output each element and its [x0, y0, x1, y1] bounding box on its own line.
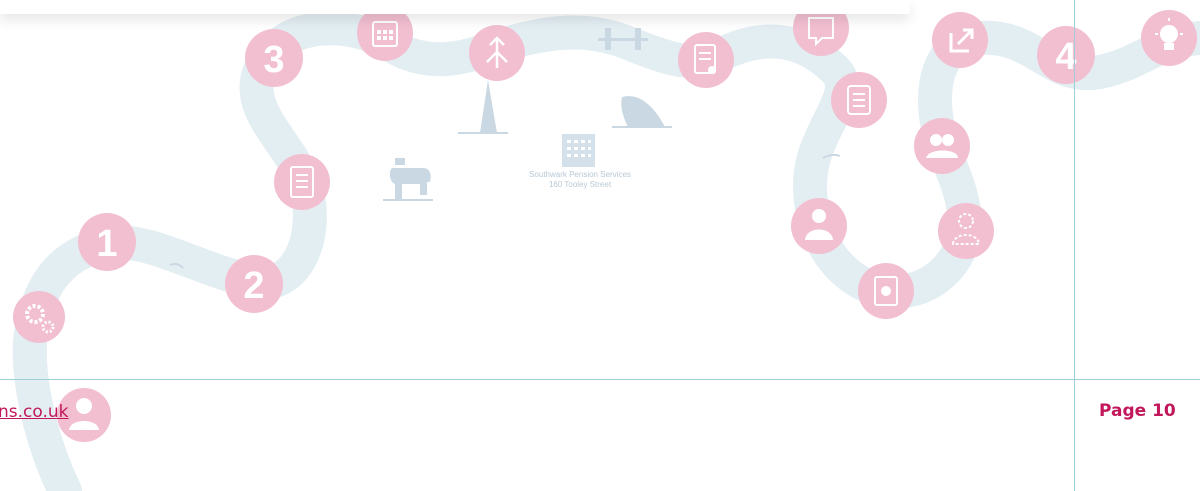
gherkin-landmark — [612, 96, 672, 128]
dashed-person-icon — [938, 203, 994, 259]
right-margin-line — [1074, 0, 1075, 491]
scroll-checklist-icon — [831, 72, 887, 128]
page-number: Page 10 — [1099, 401, 1176, 421]
lightbulb-icon — [1141, 10, 1197, 66]
shard-landmark — [458, 80, 508, 134]
journey-map: 1 2 3 4 — [12, 0, 1200, 491]
business-person-icon — [791, 198, 847, 254]
checklist-document-icon — [274, 154, 330, 210]
milestone-1-number: 1 — [96, 223, 117, 265]
footer-divider — [0, 379, 1200, 380]
milestone-1: 1 — [78, 213, 136, 271]
direction-arrows-icon — [469, 25, 525, 81]
milestone-3-number: 3 — [263, 39, 284, 81]
milestone-2: 2 — [225, 255, 283, 313]
footer-website-link[interactable]: ns.co.uk — [0, 402, 69, 422]
building-label-line-1: Southwark Pension Services — [529, 170, 631, 179]
milestone-3: 3 — [245, 29, 303, 87]
group-people-icon — [914, 118, 970, 174]
content-panel-bottom-edge — [0, 0, 910, 14]
building-label: Southwark Pension Services 160 Tooley St… — [498, 170, 662, 190]
journey-path — [12, 11, 1200, 491]
external-link-icon — [932, 12, 988, 68]
settings-gears-icon — [13, 291, 65, 343]
milestone-4: 4 — [1037, 26, 1095, 84]
milestone-2-number: 2 — [243, 265, 264, 307]
building-landmark — [562, 134, 595, 167]
building-label-line-2: 160 Tooley Street — [548, 180, 612, 189]
elephant-statue-landmark — [383, 158, 433, 201]
info-book-icon — [858, 263, 914, 319]
form-document-icon — [678, 32, 734, 88]
